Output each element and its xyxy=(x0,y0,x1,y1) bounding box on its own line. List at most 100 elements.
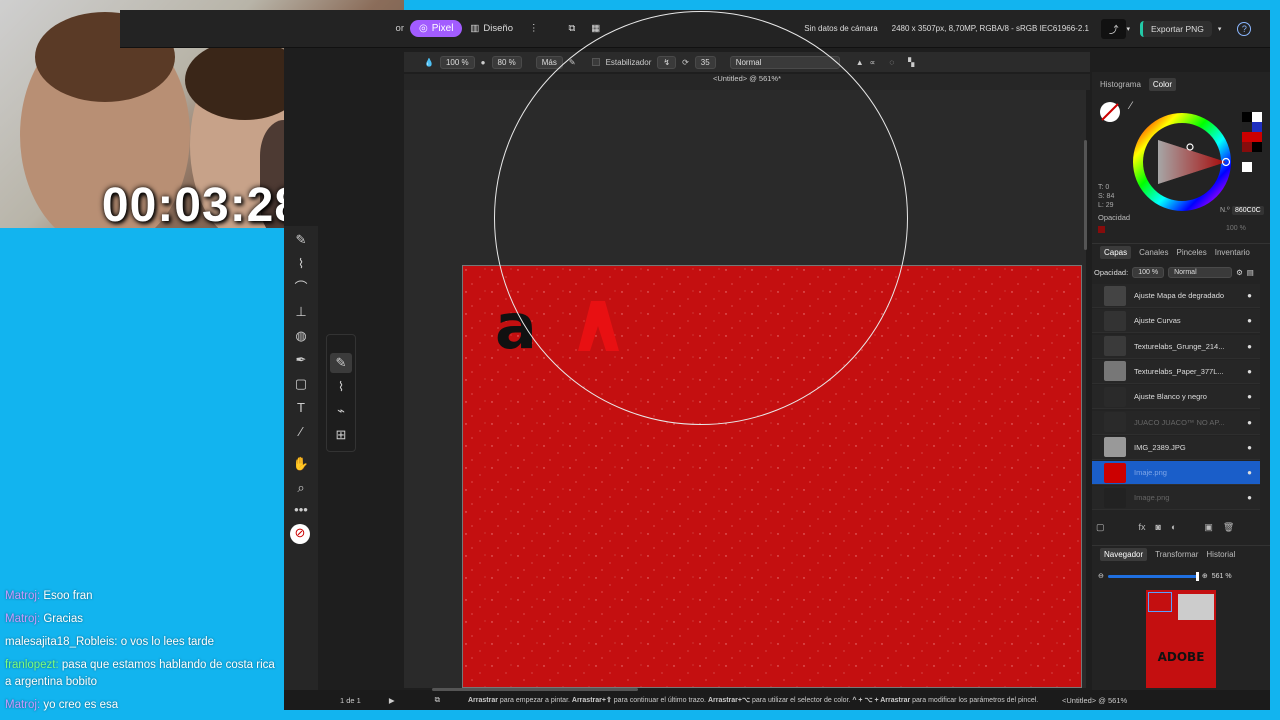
pixel-tool-icon[interactable]: ⊞ xyxy=(330,425,352,445)
add-layer-icon[interactable]: ▢ xyxy=(1096,522,1105,536)
chevron-down-icon[interactable]: ▾ xyxy=(1126,25,1130,33)
layer-row[interactable]: Ajuste Curvas ● xyxy=(1092,309,1260,334)
layer-lock-icon[interactable]: ▤ xyxy=(1247,268,1254,277)
fx-icon[interactable]: fx xyxy=(1139,522,1146,536)
pencil-tool-icon[interactable]: ✎ xyxy=(290,230,312,250)
more-tools-icon[interactable]: ••• xyxy=(290,500,312,520)
text-tool-icon[interactable]: T xyxy=(290,398,312,418)
rectangle-tool-icon[interactable]: ▢ xyxy=(290,374,312,394)
visibility-eye-icon[interactable]: ● xyxy=(1247,342,1252,351)
protect-alpha-icon[interactable]: ▲ xyxy=(856,58,864,67)
color-replace-icon[interactable]: ⌇ xyxy=(330,377,352,397)
dodge-tool-icon[interactable]: ◍ xyxy=(290,326,312,346)
tab-pinceles[interactable]: Pinceles xyxy=(1176,248,1206,257)
flow-field[interactable]: 100 % xyxy=(439,55,475,69)
page-indicator: 1 de 1 xyxy=(340,695,361,705)
zoom-slider[interactable] xyxy=(1107,571,1199,581)
visibility-eye-icon[interactable]: ● xyxy=(1247,316,1252,325)
export-chevron-icon[interactable]: ▾ xyxy=(1218,25,1222,33)
erase-brush-icon[interactable]: ⌒ xyxy=(290,278,312,298)
layer-row[interactable]: JUACO JUACO™ NO AP... ● xyxy=(1092,410,1260,435)
layer-row[interactable]: Imaje.png ● xyxy=(1092,461,1260,486)
zoom-in-icon[interactable]: ⊕ xyxy=(1202,572,1208,580)
color-opacity-value[interactable]: 100 % xyxy=(1226,225,1246,232)
tab-histograma[interactable]: Histograma xyxy=(1100,80,1141,89)
mixer-brush-icon[interactable]: ⌁ xyxy=(330,401,352,421)
eyedropper-tool-icon[interactable]: ⁄ xyxy=(290,422,312,442)
chat-overlay: Matroj: Esoo fran Matroj: Gracias malesaji… xyxy=(0,588,280,720)
zoom-out-icon[interactable]: ⊖ xyxy=(1098,572,1104,580)
horizontal-scrollbar[interactable] xyxy=(432,688,638,691)
layer-row[interactable]: Texturelabs_Grunge_214... ● xyxy=(1092,334,1260,359)
hex-field[interactable]: 860C0C xyxy=(1232,206,1264,215)
layer-thumbnail xyxy=(1104,462,1126,483)
status-bar: 1 de 1 ▶ ⧉ Arrastrar para empezar a pint… xyxy=(284,690,1270,710)
canvas-scrollbar[interactable] xyxy=(1084,140,1087,250)
chat-message: franlopezt: pasa que estamos hablando de… xyxy=(0,657,280,691)
layer-row[interactable]: IMG_2389.JPG ● xyxy=(1092,435,1260,460)
pixel-icon: ◎ xyxy=(419,23,428,34)
export-png-button[interactable]: Exportar PNG xyxy=(1139,20,1212,37)
layer-name: IMG_2389.JPG xyxy=(1134,442,1186,452)
visibility-eye-icon[interactable]: ● xyxy=(1247,291,1252,300)
eyedropper-icon[interactable]: ⁄ xyxy=(1130,100,1132,112)
chat-message: Matroj: Gracias xyxy=(0,611,280,628)
visibility-eye-icon[interactable]: ● xyxy=(1247,493,1252,502)
zoom-value[interactable]: 561 % xyxy=(1212,573,1232,580)
tab-historial[interactable]: Historial xyxy=(1206,550,1235,559)
color-swatches xyxy=(1242,112,1266,174)
layer-opacity-field[interactable]: 100 % xyxy=(1132,266,1165,278)
layer-blend-select[interactable]: Normal xyxy=(1168,266,1233,278)
brush-mode-icon[interactable]: ⤴ xyxy=(1100,18,1127,39)
partial-tab[interactable]: or xyxy=(120,23,410,34)
layer-thumbnail xyxy=(1104,437,1126,458)
tab-canales[interactable]: Canales xyxy=(1139,248,1168,257)
tab-capas[interactable]: Capas xyxy=(1100,246,1132,259)
tab-inventario[interactable]: Inventario xyxy=(1215,248,1250,257)
trash-icon[interactable]: 🗑 xyxy=(1223,522,1234,536)
paint-brush-icon[interactable]: ✎ xyxy=(330,353,352,373)
design-icon: ▥ xyxy=(470,23,480,34)
visibility-eye-icon[interactable]: ● xyxy=(1247,443,1252,452)
wrap-icon[interactable]: ◌ xyxy=(889,58,894,67)
hand-tool-icon[interactable]: ✋ xyxy=(290,454,312,474)
assistant-icon[interactable]: ⧉ xyxy=(560,20,583,37)
more-menu-icon[interactable]: ⋮ xyxy=(521,20,547,37)
saturation-handle xyxy=(1186,143,1194,151)
hardness-icon: ● xyxy=(480,57,486,67)
brush-subtools: ✎ ⌇ ⌁ ⊞ xyxy=(326,334,356,452)
layer-settings-gear-icon[interactable]: ⚙ xyxy=(1236,268,1243,277)
mask-icon[interactable]: ◙ xyxy=(1156,522,1161,536)
visibility-eye-icon[interactable]: ● xyxy=(1247,468,1252,477)
pen-tool-icon[interactable]: ✒ xyxy=(290,350,312,370)
color-swatch-icon[interactable]: ⊘ xyxy=(290,524,310,544)
tab-transformar[interactable]: Transformar xyxy=(1155,550,1198,559)
tab-navegador[interactable]: Navegador xyxy=(1100,548,1148,561)
adjustment-icon[interactable]: ◐ xyxy=(1171,522,1176,536)
opacity-field[interactable]: 80 % xyxy=(491,55,522,69)
layer-row[interactable]: Ajuste Mapa de degradado ● xyxy=(1092,284,1260,308)
brush-tool-icon[interactable]: ⌇ xyxy=(290,254,312,274)
zoom-tool-icon[interactable]: ⌕ xyxy=(290,478,312,498)
tab-color[interactable]: Color xyxy=(1148,77,1177,91)
layer-thumbnail xyxy=(1104,487,1126,508)
help-icon[interactable]: ? xyxy=(1237,21,1252,36)
layer-row[interactable]: Texturelabs_Paper_377L... ● xyxy=(1092,359,1260,384)
navigator-viewport[interactable] xyxy=(1148,592,1172,612)
symmetry-icon[interactable]: ▚ xyxy=(908,58,914,67)
play-icon[interactable]: ▶ xyxy=(389,696,395,705)
visibility-eye-icon[interactable]: ● xyxy=(1247,392,1252,401)
layer-row[interactable]: Image.png ● xyxy=(1092,486,1260,511)
navigator-preview[interactable]: ADOBE xyxy=(1146,590,1216,688)
chat-username: Matroj: xyxy=(5,590,41,602)
layer-name: Texturelabs_Grunge_214... xyxy=(1134,341,1225,351)
visibility-eye-icon[interactable]: ● xyxy=(1247,367,1252,376)
alpha-icon[interactable]: ∝ xyxy=(870,58,876,67)
layer-row[interactable]: Ajuste Blanco y negro ● xyxy=(1092,385,1260,410)
group-icon[interactable]: ▣ xyxy=(1204,522,1213,536)
pixel-persona-button[interactable]: ◎ Pixel xyxy=(410,20,463,37)
clone-stamp-icon[interactable]: ⊥ xyxy=(290,302,312,322)
design-persona-button[interactable]: ▥ Diseño xyxy=(462,20,521,37)
layers-icon[interactable]: ⧉ xyxy=(435,695,440,705)
visibility-eye-icon[interactable]: ● xyxy=(1247,418,1252,427)
